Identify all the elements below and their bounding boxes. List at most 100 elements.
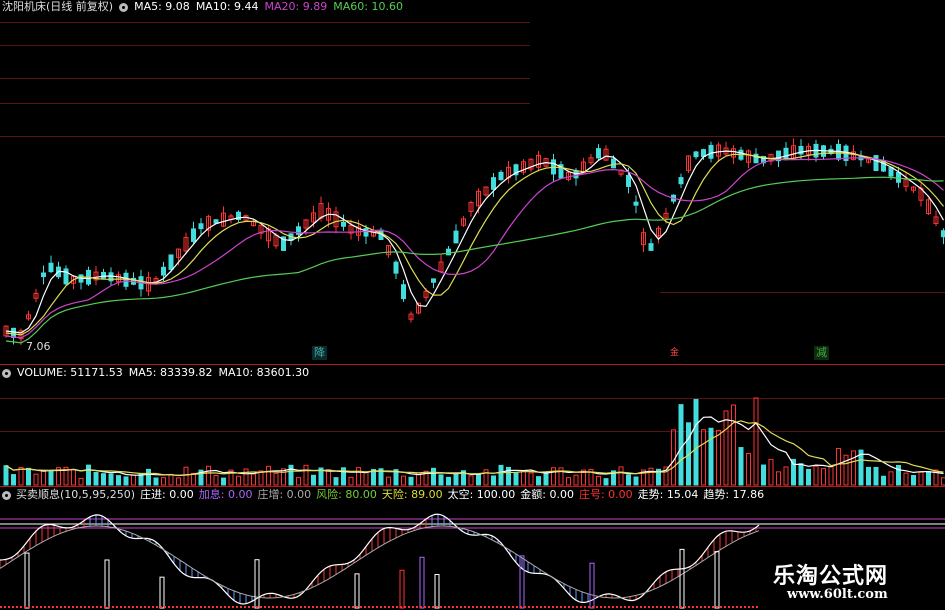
signal-bar (355, 574, 359, 608)
volume-bar (169, 474, 173, 485)
settings-gear-icon[interactable] (2, 369, 11, 378)
volume-bar (244, 469, 248, 485)
pane-separator[interactable] (0, 364, 945, 365)
pane-separator[interactable] (0, 486, 945, 487)
volume-bar (49, 471, 53, 485)
signal-bar (400, 570, 404, 608)
volume-bar (777, 472, 781, 485)
ma5-line (6, 150, 944, 333)
volume-bar (522, 471, 526, 485)
volume-bar (942, 478, 945, 485)
volume-bar (597, 476, 601, 485)
volume-bar (694, 400, 698, 485)
volume-bar (154, 478, 158, 485)
volume-bar (514, 473, 518, 485)
settings-gear-icon[interactable] (2, 491, 11, 500)
candle (694, 152, 698, 157)
candle (402, 285, 406, 299)
signal-bar (435, 575, 439, 608)
candle (199, 224, 203, 229)
volume-bar (327, 470, 331, 485)
watermark: 乐淘公式网 www.60lt.com (759, 554, 945, 609)
volume-bar (357, 468, 361, 485)
volume-bar (34, 474, 38, 485)
volume-bar (919, 472, 923, 485)
signal-bar (420, 557, 424, 608)
candle (394, 262, 398, 273)
volume-bar (484, 470, 488, 485)
volume-bar (192, 473, 196, 485)
volume-bar (312, 475, 316, 485)
volume-bar (904, 473, 908, 485)
volume-bar (627, 475, 631, 485)
watermark-title: 乐淘公式网 (773, 558, 888, 590)
volume-bar (754, 398, 758, 485)
candle (432, 279, 436, 282)
volume-bar (297, 478, 301, 485)
price-chart[interactable] (0, 0, 945, 350)
volume-bar (27, 468, 31, 485)
volume-bar (267, 466, 271, 485)
volume-bar (349, 477, 353, 485)
volume-bar (702, 430, 706, 485)
volume-bar (387, 477, 391, 485)
volume-bar (304, 465, 308, 485)
volume-bar (237, 476, 241, 485)
volume-bar (19, 467, 23, 485)
volume-chart[interactable] (0, 378, 945, 488)
volume-bar (184, 467, 188, 485)
volume-bar (499, 465, 503, 485)
signal-bar (160, 577, 164, 608)
candle (162, 267, 166, 275)
volume-bar (912, 476, 916, 485)
volume-bar (79, 478, 83, 485)
volume-bar (334, 478, 338, 485)
candle (169, 255, 173, 269)
candle (897, 172, 901, 182)
signal-bar (680, 549, 684, 608)
volume-bar (882, 476, 886, 485)
volume-bar (259, 471, 263, 485)
volume-bar (147, 469, 151, 485)
volume-bar (12, 475, 16, 485)
candle (649, 244, 653, 251)
volume-bar (42, 471, 46, 485)
volume-bar (469, 476, 473, 485)
volume-bar (867, 467, 871, 485)
volume-bar (829, 466, 833, 485)
volume-bar (537, 477, 541, 485)
volume-bar (544, 472, 548, 485)
candle (102, 272, 106, 278)
candle (709, 145, 713, 158)
volume-bar (889, 472, 893, 485)
volume-bar (207, 466, 211, 485)
volume-bar (162, 478, 166, 485)
volume-bar (874, 467, 878, 485)
volume-bar (717, 430, 721, 485)
volume-bar (574, 475, 578, 485)
volume-bar (364, 472, 368, 485)
signal-marker-jiang: 降 (312, 346, 327, 360)
volume-bar (634, 477, 638, 485)
volume-bar (897, 465, 901, 485)
volume-bar (139, 474, 143, 485)
volume-bar (72, 469, 76, 485)
volume-bar (402, 476, 406, 485)
candle (679, 178, 683, 184)
signal-bar (25, 553, 29, 608)
volume-bar (439, 475, 443, 485)
volume-bar (529, 473, 533, 485)
volume-bar (477, 474, 481, 485)
candle (889, 167, 893, 176)
volume-bar (252, 474, 256, 485)
candle (874, 156, 878, 171)
candle (342, 222, 346, 226)
volume-bar (709, 428, 713, 485)
volume-bar (117, 476, 121, 485)
signal-marker-jian: 减 (814, 346, 829, 360)
volume-bar (4, 466, 8, 485)
volume-bar (454, 473, 458, 485)
volume-bar (214, 476, 218, 485)
candle (942, 231, 945, 237)
volume-bar (927, 472, 931, 485)
